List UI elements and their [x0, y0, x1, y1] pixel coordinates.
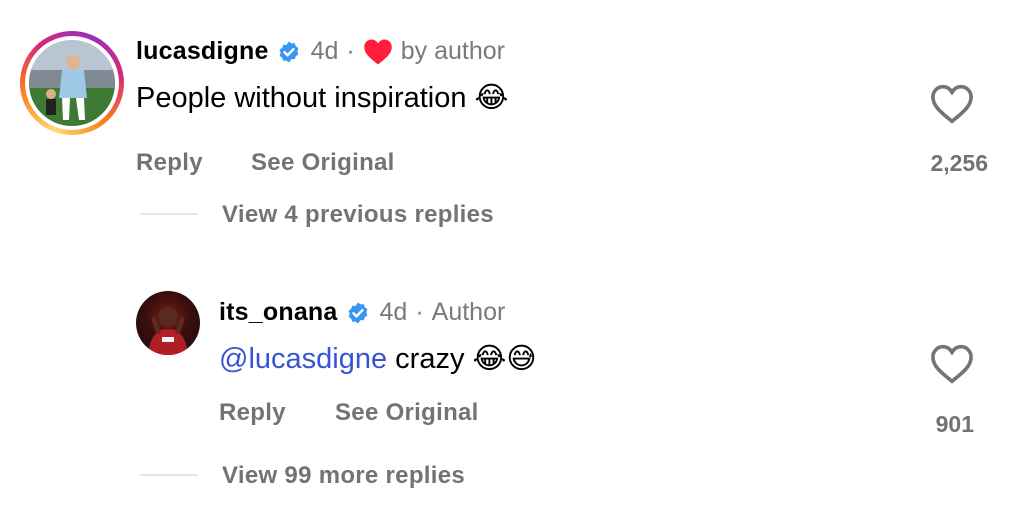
see-original-button[interactable]: See Original: [251, 149, 395, 177]
heart-filled-icon: [363, 39, 392, 64]
avatar: [29, 40, 115, 126]
avatar-story-ring[interactable]: [20, 31, 124, 135]
avatar[interactable]: [136, 291, 200, 355]
comment-text: crazy: [395, 343, 465, 375]
comment-username[interactable]: lucasdigne: [136, 37, 269, 66]
comment-text-row: @lucasdigne crazy 😂😅: [219, 341, 537, 376]
like-count: 901: [935, 411, 974, 437]
heart-outline-icon[interactable]: [930, 84, 974, 124]
avatar-photo-icon: [29, 40, 115, 126]
comment-header: lucasdigne 4d · by author: [136, 37, 505, 66]
avatar-photo-icon: [148, 307, 188, 355]
author-label: Author: [431, 298, 506, 326]
comment-header: its_onana 4d · Author: [219, 298, 505, 327]
comment-time: 4d: [379, 298, 408, 326]
reply-button[interactable]: Reply: [219, 399, 286, 427]
meta-separator: ·: [346, 37, 355, 65]
mention-link[interactable]: @lucasdigne: [219, 343, 387, 375]
laughing-emoji-icon: 😂: [474, 80, 509, 114]
view-replies-button[interactable]: View 99 more replies: [222, 462, 465, 490]
view-replies-button[interactable]: View 4 previous replies: [222, 201, 494, 229]
verified-badge-icon: [348, 302, 367, 323]
heart-outline-icon[interactable]: [930, 344, 974, 384]
verified-badge-icon: [279, 41, 298, 62]
emoji-icon: 😂😅: [472, 341, 537, 375]
replies-divider: [140, 474, 198, 476]
meta-separator: ·: [415, 298, 424, 326]
comment-text: People without inspiration: [136, 82, 467, 114]
replies-divider: [140, 213, 198, 215]
like-count: 2,256: [930, 150, 988, 176]
liked-by-author-label: by author: [400, 37, 505, 65]
reply-button[interactable]: Reply: [136, 149, 203, 177]
comment-username[interactable]: its_onana: [219, 298, 338, 327]
comment-time: 4d: [310, 37, 339, 65]
comment-text-row: People without inspiration 😂: [136, 80, 508, 115]
see-original-button[interactable]: See Original: [335, 399, 479, 427]
